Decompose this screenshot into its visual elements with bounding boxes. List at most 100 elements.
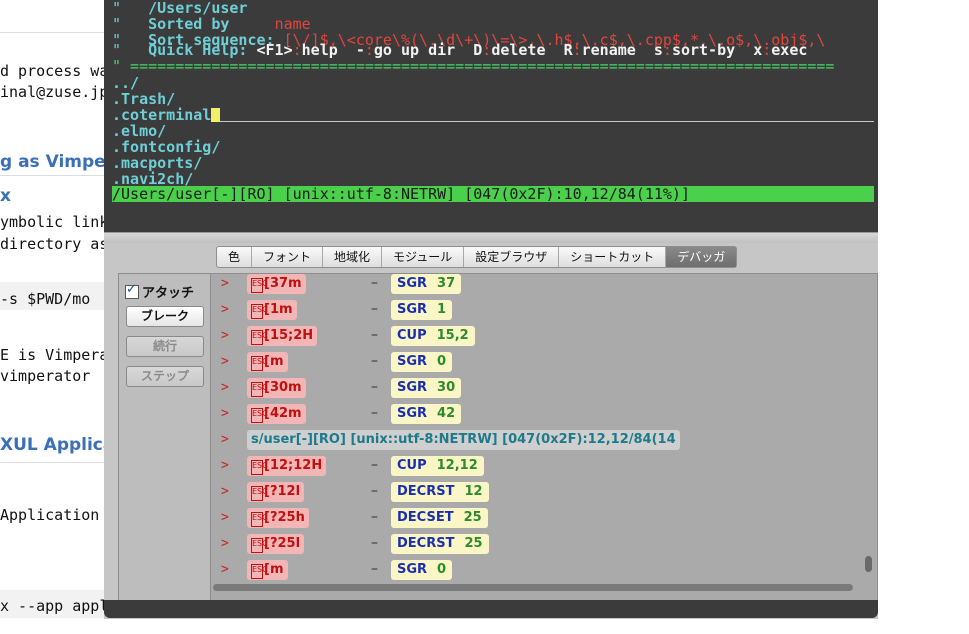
esc-char-icon: ESC <box>251 408 268 423</box>
command-name: CUP <box>397 458 427 473</box>
file-entry[interactable]: .fontconfig/ <box>112 139 220 155</box>
row-dash: – <box>371 353 378 369</box>
sequence-row[interactable]: > ESC[37m – SGR 37 <box>211 274 857 294</box>
escape-sequence-text: [42m <box>264 406 302 421</box>
sequence-row[interactable]: > ESC[?25h – DECSET 25 <box>211 508 857 528</box>
horizontal-scrollbar[interactable] <box>211 582 857 594</box>
tab-6[interactable]: デバッガ <box>666 247 737 267</box>
esc-char-icon: ESC <box>251 356 268 371</box>
file-entry[interactable]: .macports/ <box>112 155 202 171</box>
escape-sequence-list[interactable]: > ESC[37m – SGR 37 > ESC[1m – SGR 1 > ESC[15;2H – CUP… <box>211 274 857 580</box>
netrw-header-line: " /Users/user <box>112 0 247 16</box>
esc-char-icon: ESC <box>251 486 268 501</box>
row-arrow-icon: > <box>221 432 229 447</box>
page-text-line: directory as <box>0 235 109 253</box>
sequence-row[interactable]: > ESC[1m – SGR 1 <box>211 300 857 320</box>
escape-sequence: ESC[42m <box>247 404 306 424</box>
tab-3[interactable]: モジュール <box>382 247 465 267</box>
page-heading[interactable]: x <box>0 186 11 206</box>
panel-top-strip <box>104 233 878 243</box>
command-name: SGR <box>397 354 428 369</box>
page-heading[interactable]: XUL Applica <box>0 435 114 455</box>
escape-sequence: ESC[?12l <box>247 482 305 502</box>
esc-char-icon: ESC <box>251 330 268 345</box>
row-dash: – <box>371 275 378 291</box>
sequence-row[interactable]: > ESC[m – SGR 0 <box>211 560 857 580</box>
command-args: 37 <box>437 276 456 291</box>
esc-char-icon: ESC <box>251 304 268 319</box>
netrw-header-line: " Sorted by name <box>112 16 311 32</box>
horizontal-scroll-thumb[interactable] <box>213 584 853 591</box>
tab-0[interactable]: 色 <box>217 247 253 267</box>
sequence-row[interactable]: > ESC[?25l – DECRST 25 <box>211 534 857 554</box>
file-entry[interactable]: .Trash/ <box>112 91 175 107</box>
command-name: SGR <box>397 276 428 291</box>
escape-sequence-text: [12;12H <box>264 458 323 473</box>
row-arrow-icon: > <box>221 510 229 525</box>
row-arrow-icon: > <box>221 276 229 291</box>
esc-char-icon: ESC <box>251 512 268 527</box>
escape-sequence-text: [m <box>264 354 284 369</box>
row-arrow-icon: > <box>221 354 229 369</box>
esc-char-icon: ESC <box>251 564 268 579</box>
sequence-row[interactable]: > ESC[12;12H – CUP 12,12 <box>211 456 857 476</box>
parsed-command: CUP 15,2 <box>391 326 475 346</box>
command-name: CUP <box>397 328 427 343</box>
vertical-scrollbar[interactable] <box>863 276 875 576</box>
file-entry[interactable]: .coterminal <box>112 107 221 123</box>
tab-1[interactable]: フォント <box>252 247 324 267</box>
row-dash: – <box>371 327 378 343</box>
attach-checkbox[interactable]: アタッチ <box>125 282 194 301</box>
parsed-command: DECSET 25 <box>391 508 488 528</box>
step-button[interactable]: ステップ <box>126 366 204 387</box>
checkbox-checked-icon[interactable] <box>125 282 139 299</box>
command-name: DECSET <box>397 510 454 525</box>
sequence-row[interactable]: > ESC[30m – SGR 30 <box>211 378 857 398</box>
sequence-row[interactable]: > ESC[?12l – DECRST 12 <box>211 482 857 502</box>
command-name: DECRST <box>397 536 455 551</box>
row-dash: – <box>371 509 378 525</box>
preferences-panel: 色フォント地域化モジュール設定ブラウザショートカットデバッガ アタッチ ブレーク… <box>104 232 878 619</box>
row-arrow-icon: > <box>221 406 229 421</box>
parsed-command: SGR 37 <box>391 274 462 294</box>
row-arrow-icon: > <box>221 562 229 577</box>
vertical-scroll-thumb[interactable] <box>865 556 872 572</box>
escape-sequence-text: [?12l <box>264 484 301 499</box>
esc-char-icon: ESC <box>251 460 268 475</box>
file-entry[interactable]: ../ <box>112 75 139 91</box>
tab-2[interactable]: 地域化 <box>323 247 383 267</box>
window-bottom-bar <box>104 600 878 618</box>
sequence-row[interactable]: > ESC[15;2H – CUP 15,2 <box>211 326 857 346</box>
page-text-line: -s $PWD/mo <box>0 290 91 308</box>
terminal-window[interactable]: " /Users/user " Sorted by name " Sort sequ… <box>104 0 878 232</box>
sequence-row[interactable]: > ESC[m – SGR 0 <box>211 352 857 372</box>
row-dash: – <box>371 457 378 473</box>
file-entry[interactable]: .elmo/ <box>112 123 166 139</box>
command-name: SGR <box>397 562 428 577</box>
divider <box>0 462 110 463</box>
break-button[interactable]: ブレーク <box>126 306 204 327</box>
sequence-row[interactable]: > ESC[42m – SGR 42 <box>211 404 857 424</box>
command-args: 15,2 <box>436 328 469 343</box>
row-arrow-icon: > <box>221 328 229 343</box>
escape-sequence-text: [1m <box>264 302 293 317</box>
text-cursor <box>211 108 221 122</box>
printed-text: s/user[-][RO] [unix::utf-8:NETRW] [047(0… <box>247 430 680 450</box>
page-text-line: Application <box>0 506 100 524</box>
preferences-tab-bar: 色フォント 地域化 モジュール 設定ブラウザ ショートカット デバッガ <box>216 246 738 268</box>
escape-sequence-text: [?25l <box>264 536 301 551</box>
page-text-line: E is Vimpera <box>0 346 109 364</box>
tab-4[interactable]: 設定ブラウザ <box>464 247 560 267</box>
row-arrow-icon: > <box>221 302 229 317</box>
row-dash: – <box>371 535 378 551</box>
escape-sequence-text: [?25h <box>264 510 305 525</box>
command-name: SGR <box>397 302 428 317</box>
escape-sequence: ESC[12;12H <box>247 456 327 476</box>
row-arrow-icon: > <box>221 380 229 395</box>
tab-5[interactable]: ショートカット <box>559 247 667 267</box>
esc-char-icon: ESC <box>251 382 268 397</box>
escape-sequence: ESC[m <box>247 560 288 580</box>
continue-button[interactable]: 続行 <box>126 336 204 357</box>
sequence-row[interactable]: > s/user[-][RO] [unix::utf-8:NETRW] [047(… <box>211 430 857 450</box>
esc-char-icon: ESC <box>251 278 268 293</box>
